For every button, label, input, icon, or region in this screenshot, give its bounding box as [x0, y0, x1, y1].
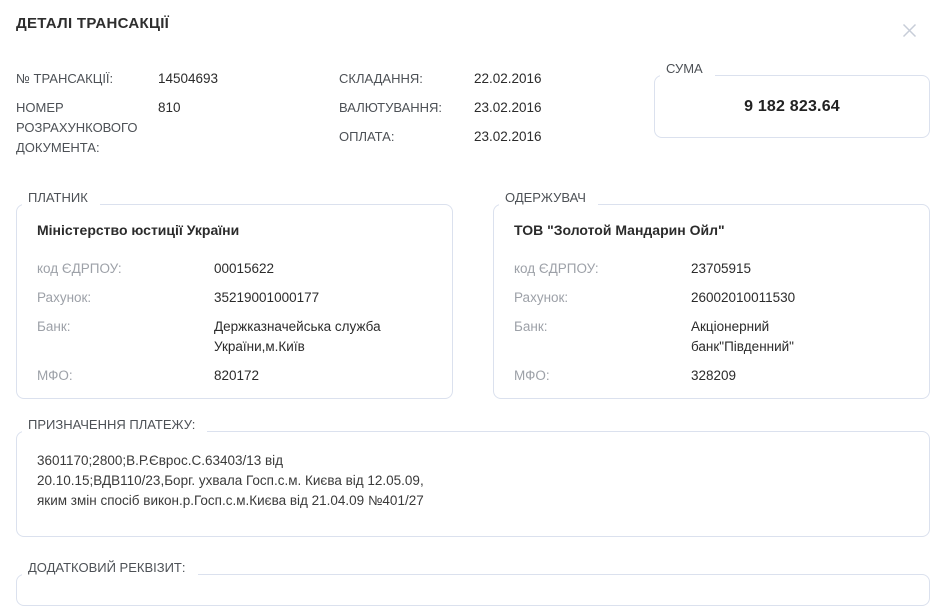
- header-col-sum: СУМА 9 182 823.64: [654, 69, 930, 174]
- header-col-left: № ТРАНСАКЦІЇ: 14504693 НОМЕР РОЗРАХУНКОВ…: [16, 69, 339, 174]
- close-button[interactable]: [899, 20, 920, 41]
- recipient-name: ТОВ "Золотой Мандарин Ойл": [514, 221, 909, 240]
- composed-date-label: СКЛАДАННЯ:: [339, 69, 474, 89]
- transaction-details-modal: ДЕТАЛІ ТРАНСАКЦІЇ № ТРАНСАКЦІЇ: 14504693…: [0, 0, 941, 608]
- payer-account-row: Рахунок: 35219001000177: [37, 288, 432, 308]
- recipient-mfo-label: МФО:: [514, 366, 691, 386]
- recipient-bank-row: Банк: Акціонерний банк"Південний": [514, 317, 909, 357]
- transaction-number-value: 14504693: [158, 69, 218, 89]
- payment-purpose-text: 3601170;2800;В.Р.Єврос.С.63403/13 від 20…: [37, 451, 909, 511]
- header-col-dates: СКЛАДАННЯ: 22.02.2016 ВАЛЮТУВАННЯ: 23.02…: [339, 69, 654, 174]
- payer-edrpou-value: 00015622: [214, 259, 386, 279]
- additional-requisite-box: ДОДАТКОВИЙ РЕКВІЗИТ:: [16, 574, 930, 606]
- payer-edrpou-row: код ЄДРПОУ: 00015622: [37, 259, 432, 279]
- recipient-account-row: Рахунок: 26002010011530: [514, 288, 909, 308]
- payer-legend: ПЛАТНИК: [22, 190, 100, 206]
- recipient-bank-value: Акціонерний банк"Південний": [691, 317, 863, 357]
- additional-requisite-legend: ДОДАТКОВИЙ РЕКВІЗИТ:: [22, 560, 198, 576]
- payer-name: Міністерство юстиції України: [37, 221, 432, 240]
- sum-legend: СУМА: [660, 61, 715, 77]
- composed-date-value: 22.02.2016: [474, 69, 542, 89]
- recipient-account-value: 26002010011530: [691, 288, 863, 308]
- recipient-mfo-value: 328209: [691, 366, 863, 386]
- payer-bank-value: Держказначейська служба України,м.Київ: [214, 317, 386, 357]
- payer-account-value: 35219001000177: [214, 288, 386, 308]
- payer-edrpou-label: код ЄДРПОУ:: [37, 259, 214, 279]
- payment-date-value: 23.02.2016: [474, 127, 542, 147]
- payment-purpose-legend: ПРИЗНАЧЕННЯ ПЛАТЕЖУ:: [22, 417, 207, 433]
- document-number-value: 810: [158, 98, 181, 118]
- field-payment-date: ОПЛАТА: 23.02.2016: [339, 127, 654, 147]
- payer-bank-label: Банк:: [37, 317, 214, 357]
- recipient-box: ОДЕРЖУВАЧ ТОВ "Золотой Мандарин Ойл" код…: [493, 204, 930, 399]
- payer-box: ПЛАТНИК Міністерство юстиції України код…: [16, 204, 453, 399]
- transaction-number-label: № ТРАНСАКЦІЇ:: [16, 69, 158, 89]
- field-valuation-date: ВАЛЮТУВАННЯ: 23.02.2016: [339, 98, 654, 118]
- field-composed-date: СКЛАДАННЯ: 22.02.2016: [339, 69, 654, 89]
- payment-purpose-box: ПРИЗНАЧЕННЯ ПЛАТЕЖУ: 3601170;2800;В.Р.Єв…: [16, 431, 930, 537]
- valuation-date-value: 23.02.2016: [474, 98, 542, 118]
- sum-value: 9 182 823.64: [744, 98, 840, 116]
- parties-row: ПЛАТНИК Міністерство юстиції України код…: [16, 204, 930, 399]
- sum-box: СУМА 9 182 823.64: [654, 75, 930, 138]
- payer-bank-row: Банк: Держказначейська служба України,м.…: [37, 317, 432, 357]
- field-transaction-number: № ТРАНСАКЦІЇ: 14504693: [16, 69, 339, 89]
- payer-mfo-label: МФО:: [37, 366, 214, 386]
- payment-date-label: ОПЛАТА:: [339, 127, 474, 147]
- header-info-grid: № ТРАНСАКЦІЇ: 14504693 НОМЕР РОЗРАХУНКОВ…: [16, 69, 930, 174]
- valuation-date-label: ВАЛЮТУВАННЯ:: [339, 98, 474, 118]
- recipient-mfo-row: МФО: 328209: [514, 366, 909, 386]
- modal-header: ДЕТАЛІ ТРАНСАКЦІЇ: [16, 14, 930, 41]
- recipient-account-label: Рахунок:: [514, 288, 691, 308]
- close-icon: [901, 27, 918, 42]
- recipient-bank-label: Банк:: [514, 317, 691, 357]
- payer-mfo-row: МФО: 820172: [37, 366, 432, 386]
- document-number-label: НОМЕР РОЗРАХУНКОВОГО ДОКУМЕНТА:: [16, 98, 158, 158]
- field-document-number: НОМЕР РОЗРАХУНКОВОГО ДОКУМЕНТА: 810: [16, 98, 339, 158]
- payer-account-label: Рахунок:: [37, 288, 214, 308]
- payer-mfo-value: 820172: [214, 366, 386, 386]
- recipient-edrpou-label: код ЄДРПОУ:: [514, 259, 691, 279]
- recipient-edrpou-value: 23705915: [691, 259, 863, 279]
- recipient-legend: ОДЕРЖУВАЧ: [499, 190, 598, 206]
- recipient-edrpou-row: код ЄДРПОУ: 23705915: [514, 259, 909, 279]
- modal-title: ДЕТАЛІ ТРАНСАКЦІЇ: [16, 14, 169, 34]
